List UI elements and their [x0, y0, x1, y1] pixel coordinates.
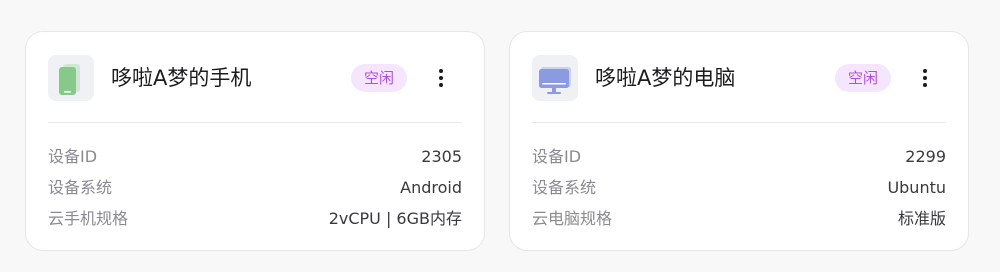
detail-row-os: 设备系统 Ubuntu [532, 176, 946, 200]
computer-icon [532, 55, 578, 101]
detail-value: 标准版 [897, 209, 946, 228]
detail-label: 设备ID [48, 147, 98, 166]
detail-row-spec: 云电脑规格 标准版 [532, 207, 946, 231]
divider [48, 122, 462, 123]
detail-label: 设备ID [532, 147, 582, 166]
status-badge: 空闲 [351, 64, 407, 92]
device-card-computer[interactable]: 哆啦A梦的电脑 空闲 设备ID 2299 设备系统 Ubuntu 云电脑规格 标… [509, 31, 969, 251]
device-name: 哆啦A梦的手机 [111, 66, 252, 90]
detail-value: 2305 [421, 147, 462, 166]
more-vertical-icon[interactable] [429, 66, 453, 90]
detail-value: Android [400, 178, 462, 197]
phone-icon [48, 55, 94, 101]
detail-value: 2vCPU | 6GB内存 [328, 209, 462, 228]
detail-label: 云电脑规格 [532, 209, 613, 228]
detail-row-os: 设备系统 Android [48, 176, 462, 200]
detail-label: 设备系统 [48, 178, 113, 197]
detail-value: 2299 [905, 147, 946, 166]
divider [532, 122, 946, 123]
detail-label: 设备系统 [532, 178, 597, 197]
detail-row-spec: 云手机规格 2vCPU | 6GB内存 [48, 207, 462, 231]
device-name: 哆啦A梦的电脑 [595, 66, 736, 90]
detail-row-device-id: 设备ID 2299 [532, 145, 946, 169]
more-vertical-icon[interactable] [913, 66, 937, 90]
device-card-phone[interactable]: 哆啦A梦的手机 空闲 设备ID 2305 设备系统 Android 云手机规格 … [25, 31, 485, 251]
status-badge: 空闲 [835, 64, 891, 92]
device-card-list: 哆啦A梦的手机 空闲 设备ID 2305 设备系统 Android 云手机规格 … [0, 0, 1000, 272]
detail-row-device-id: 设备ID 2305 [48, 145, 462, 169]
detail-label: 云手机规格 [48, 209, 129, 228]
detail-value: Ubuntu [887, 178, 946, 197]
